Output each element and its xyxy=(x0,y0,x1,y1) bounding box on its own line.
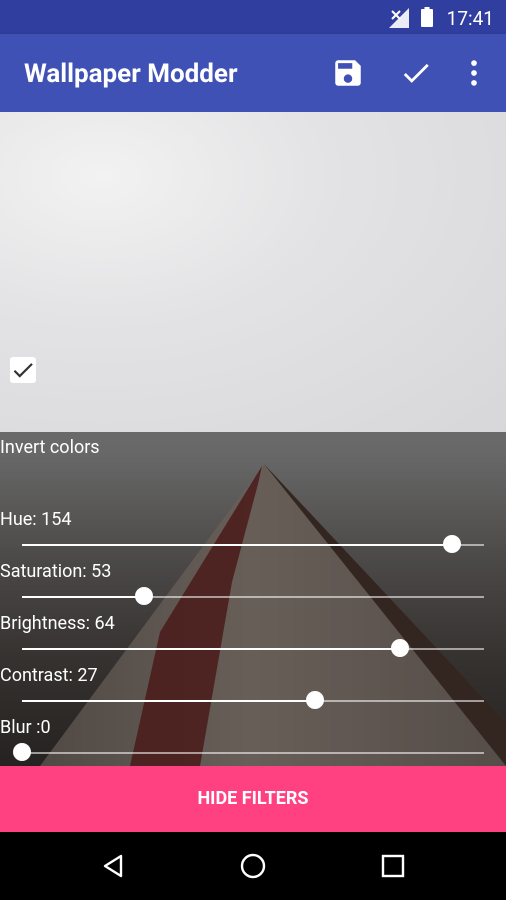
brightness-label: Brightness: 64 xyxy=(0,613,115,634)
contrast-slider-fill xyxy=(22,700,315,702)
blur-slider-thumb[interactable] xyxy=(13,743,31,761)
app-title: Wallpaper Modder xyxy=(24,59,238,89)
recents-icon[interactable] xyxy=(379,852,407,880)
check-icon[interactable] xyxy=(399,56,433,90)
brightness-slider-thumb[interactable] xyxy=(390,639,409,657)
contrast-slider-thumb[interactable] xyxy=(305,691,324,709)
app-bar: Wallpaper Modder xyxy=(0,34,506,112)
saturation-label: Saturation: 53 xyxy=(0,561,112,582)
status-time: 17:41 xyxy=(446,7,494,30)
brightness-slider[interactable] xyxy=(22,639,484,657)
battery-icon xyxy=(421,7,433,27)
invert-colors-checkbox[interactable] xyxy=(10,357,36,383)
filters-panel xyxy=(0,432,506,766)
home-icon[interactable] xyxy=(239,852,267,880)
save-icon[interactable] xyxy=(331,56,365,90)
signal-off-icon xyxy=(389,8,409,28)
hue-slider[interactable] xyxy=(22,535,484,553)
status-bar: 17:41 xyxy=(0,0,506,34)
hue-slider-thumb[interactable] xyxy=(442,535,461,553)
more-vert-icon[interactable] xyxy=(457,56,491,90)
checkmark-icon xyxy=(13,363,33,378)
saturation-slider[interactable] xyxy=(22,587,484,605)
hue-slider-fill xyxy=(22,544,452,546)
navigation-bar xyxy=(0,832,506,900)
hue-label: Hue: 154 xyxy=(0,509,72,530)
blur-slider[interactable] xyxy=(13,743,484,761)
contrast-slider[interactable] xyxy=(22,691,484,709)
back-icon[interactable] xyxy=(99,852,127,880)
saturation-slider-fill xyxy=(22,596,145,598)
blur-label: Blur :0 xyxy=(0,717,51,738)
brightness-slider-fill xyxy=(22,648,400,650)
invert-colors-label: Invert colors xyxy=(0,437,100,458)
hide-filters-button[interactable]: HIDE FILTERS xyxy=(0,766,506,832)
contrast-label: Contrast: 27 xyxy=(0,665,98,686)
